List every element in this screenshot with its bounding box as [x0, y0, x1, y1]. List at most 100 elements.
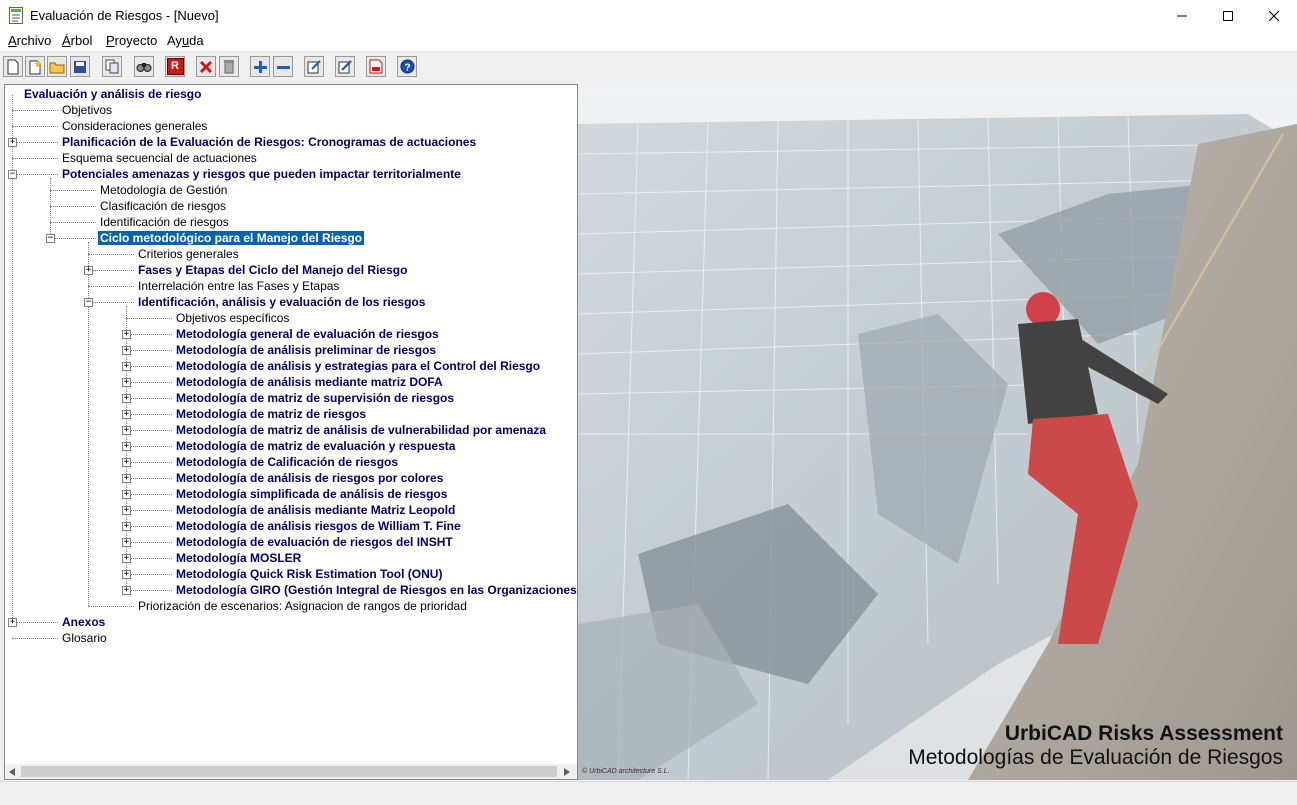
expand-icon[interactable]: + — [122, 570, 131, 579]
expand-icon[interactable]: + — [122, 330, 131, 339]
scrollbar-thumb[interactable] — [21, 766, 557, 777]
tree-connector-line — [50, 206, 96, 207]
expand-icon[interactable]: + — [122, 506, 131, 515]
tree-connector-line — [12, 142, 58, 143]
expand-icon[interactable]: + — [122, 474, 131, 483]
tree-node[interactable]: Metodología de análisis mediante Matriz … — [176, 502, 455, 518]
collapse-all-button[interactable] — [273, 56, 293, 77]
expand-icon[interactable]: + — [122, 522, 131, 531]
tree-node[interactable]: Metodología de análisis mediante matriz … — [176, 374, 443, 390]
pdf-button[interactable] — [366, 56, 386, 77]
expand-icon[interactable]: + — [122, 586, 131, 595]
tree-node[interactable]: Clasificación de riesgos — [100, 198, 226, 214]
tree-node[interactable]: Metodología general de evaluación de rie… — [176, 326, 439, 342]
tree-node[interactable]: Metodología de evaluación de riesgos del… — [176, 534, 453, 550]
expand-icon[interactable]: + — [122, 362, 131, 371]
tree-node[interactable]: Objetivos — [62, 102, 112, 118]
tree-node-label: Metodología de matriz de supervisión de … — [176, 391, 455, 405]
tree-connector-line — [126, 430, 172, 431]
scroll-left-icon[interactable] — [9, 768, 15, 776]
tree-node[interactable]: Metodología de matriz de evaluación y re… — [176, 438, 455, 454]
edit-button[interactable] — [335, 56, 355, 77]
expand-icon[interactable]: + — [122, 346, 131, 355]
tree-node-label: Consideraciones generales — [62, 119, 208, 133]
tree-node[interactable]: Esquema secuencial de actuaciones — [62, 150, 257, 166]
edit-node-button[interactable] — [304, 56, 324, 77]
tree-node[interactable]: Fases y Etapas del Ciclo del Manejo del … — [138, 262, 407, 278]
close-button[interactable] — [1251, 0, 1297, 31]
tree-node[interactable]: Metodología MOSLER — [176, 550, 301, 566]
tree-node[interactable]: Metodología de matriz de riesgos — [176, 406, 366, 422]
expand-icon[interactable]: + — [122, 394, 131, 403]
expand-icon[interactable]: + — [84, 266, 93, 275]
wizard-button[interactable] — [25, 56, 45, 77]
copy-button[interactable] — [102, 56, 122, 77]
tree-node[interactable]: Metodología simplificada de análisis de … — [176, 486, 447, 502]
tree-node[interactable]: Objetivos específicos — [176, 310, 289, 326]
expand-icon[interactable]: + — [122, 490, 131, 499]
expand-icon[interactable]: + — [122, 458, 131, 467]
tree-node[interactable]: Ciclo metodológico para el Manejo del Ri… — [96, 230, 366, 246]
menu-proyecto[interactable]: Proyecto — [106, 33, 157, 48]
delete-button[interactable] — [196, 56, 216, 77]
tree-node[interactable]: Metodología GIRO (Gestión Integral de Ri… — [176, 582, 577, 598]
tree-node[interactable]: Identificación de riesgos — [100, 214, 229, 230]
tree-node[interactable]: Interrelación entre las Fases y Etapas — [138, 278, 339, 294]
expand-icon[interactable]: + — [122, 378, 131, 387]
tree-node[interactable]: Glosario — [62, 630, 107, 646]
tree-node[interactable]: Metodología de matriz de supervisión de … — [176, 390, 454, 406]
tree-node[interactable]: Priorización de escenarios: Asignacion d… — [138, 598, 467, 614]
save-button[interactable] — [70, 56, 90, 77]
collapse-icon[interactable]: − — [84, 298, 93, 307]
menu-ayuda[interactable]: Ayuda — [167, 33, 204, 48]
collapse-icon[interactable]: − — [8, 170, 17, 179]
collapse-icon[interactable]: − — [46, 234, 55, 243]
minimize-button[interactable] — [1159, 0, 1205, 31]
menu-archivo[interactable]: Archivo — [8, 33, 51, 48]
new-button[interactable] — [3, 56, 23, 77]
help-button[interactable]: ? — [397, 56, 417, 77]
app-icon — [9, 7, 23, 24]
expand-icon[interactable]: + — [122, 442, 131, 451]
tree-connector-line — [12, 158, 58, 159]
expand-all-button[interactable] — [250, 56, 270, 77]
tree-view[interactable]: Evaluación y análisis de riesgo Objetivo… — [4, 84, 578, 765]
tree-node[interactable]: Metodología de análisis de riesgos por c… — [176, 470, 443, 486]
tree-node[interactable]: Metodología de análisis preliminar de ri… — [176, 342, 436, 358]
tree-node[interactable]: Identificación, análisis y evaluación de… — [138, 294, 425, 310]
expand-icon[interactable]: + — [122, 538, 131, 547]
tree-node[interactable]: Planificación de la Evaluación de Riesgo… — [62, 134, 476, 150]
expand-icon[interactable]: + — [8, 138, 17, 147]
status-bar — [0, 781, 1297, 805]
expand-icon[interactable]: + — [122, 554, 131, 563]
tree-horizontal-scrollbar[interactable] — [4, 764, 578, 780]
tree-node[interactable]: Consideraciones generales — [62, 118, 207, 134]
minimize-icon — [1177, 15, 1187, 16]
tree-node[interactable]: Anexos — [62, 614, 105, 630]
tree-connector-line — [126, 366, 172, 367]
open-button[interactable] — [47, 56, 67, 77]
tree-root[interactable]: Evaluación y análisis de riesgo — [24, 86, 201, 102]
tree-connector-line — [88, 302, 134, 303]
scroll-right-icon[interactable] — [564, 768, 570, 776]
maximize-button[interactable] — [1205, 0, 1251, 31]
tree-connector-line — [126, 478, 172, 479]
tree-node[interactable]: Metodología de Calificación de riesgos — [176, 454, 398, 470]
tree-node[interactable]: Criterios generales — [138, 246, 239, 262]
tree-node-label: Planificación de la Evaluación de Riesgo… — [62, 135, 477, 149]
tree-node[interactable]: Metodología de análisis y estrategias pa… — [176, 358, 540, 374]
tree-node-label: Glosario — [62, 631, 107, 645]
tree-node[interactable]: Potenciales amenazas y riesgos que puede… — [62, 166, 461, 182]
expand-icon[interactable]: + — [122, 426, 131, 435]
expand-icon[interactable]: + — [122, 410, 131, 419]
tree-node-label: Identificación de riesgos — [100, 215, 229, 229]
report-button[interactable]: R — [165, 56, 185, 77]
trash-button[interactable] — [219, 56, 239, 77]
expand-icon[interactable]: + — [8, 618, 17, 627]
tree-node[interactable]: Metodología de Gestión — [100, 182, 227, 198]
tree-node[interactable]: Metodología de análisis riesgos de Willi… — [176, 518, 461, 534]
menu-arbol[interactable]: Árbol — [62, 33, 92, 48]
tree-node[interactable]: Metodología Quick Risk Estimation Tool (… — [176, 566, 442, 582]
tree-node[interactable]: Metodología de matriz de análisis de vul… — [176, 422, 546, 438]
find-button[interactable] — [134, 56, 154, 77]
